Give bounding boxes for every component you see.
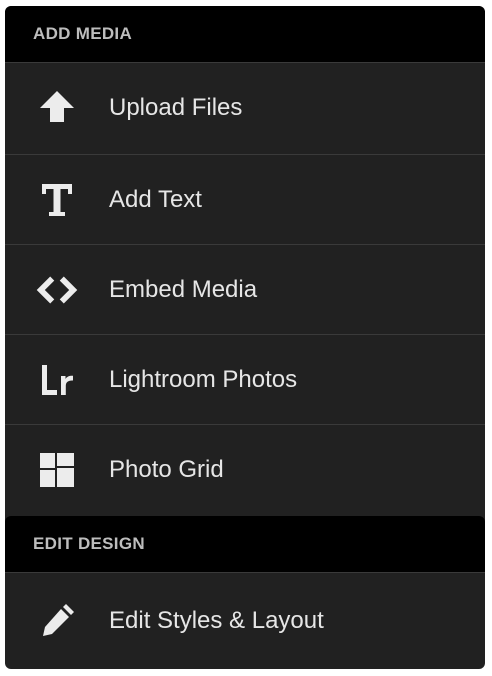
menu-item-lightroom-photos[interactable]: Lightroom Photos: [5, 334, 485, 424]
menu-item-label: Edit Styles & Layout: [109, 607, 324, 634]
lightroom-icon: [36, 359, 78, 401]
menu-item-upload-files[interactable]: Upload Files: [5, 62, 485, 152]
add-content-panel: ADD MEDIA Upload Files Add Text Embed Me…: [5, 6, 485, 669]
code-brackets-icon: [36, 269, 78, 311]
pencil-icon: [36, 600, 78, 642]
section-header-add-media: ADD MEDIA: [5, 6, 485, 62]
grid-icon: [36, 449, 78, 491]
menu-item-embed-media[interactable]: Embed Media: [5, 244, 485, 334]
menu-item-photo-grid[interactable]: Photo Grid: [5, 424, 485, 514]
menu-item-label: Add Text: [109, 185, 202, 213]
text-t-icon: [36, 179, 78, 221]
menu-item-edit-styles-layout[interactable]: Edit Styles & Layout: [5, 572, 485, 669]
menu-item-label: Lightroom Photos: [109, 365, 298, 393]
menu-item-label: Upload Files: [109, 93, 243, 121]
menu-item-add-text[interactable]: Add Text: [5, 154, 485, 244]
upload-arrow-icon: [36, 87, 78, 129]
section-header-edit-design: EDIT DESIGN: [5, 516, 485, 572]
menu-item-label: Photo Grid: [109, 455, 224, 483]
menu-item-label: Embed Media: [109, 275, 258, 303]
